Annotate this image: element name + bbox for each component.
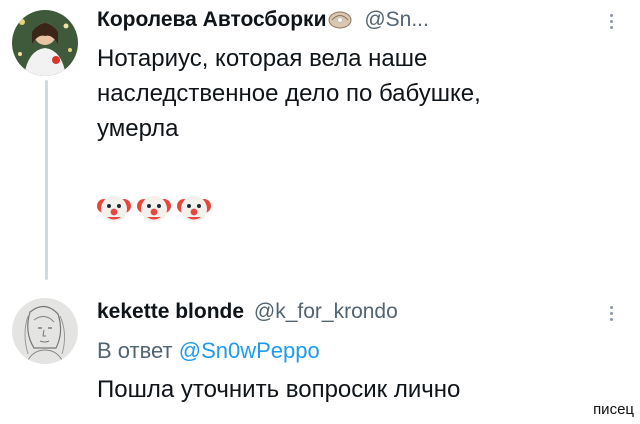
reply-mention-link[interactable]: @Sn0wPeppo — [179, 338, 320, 363]
reply-context: В ответ @Sn0wPeppo — [97, 338, 320, 364]
avatar-koroleva[interactable] — [12, 10, 78, 76]
clown-face-icon — [97, 196, 131, 222]
tweet2-header: kekette blonde @k_for_krondo — [97, 300, 398, 324]
clown-emoji-row — [96, 190, 212, 226]
tweet2-text: Пошла уточнить вопросик лично — [97, 372, 460, 407]
tweet1-text: Нотариус, которая вела наше наследственн… — [97, 41, 481, 146]
more-options-icon[interactable] — [610, 14, 614, 29]
user-handle[interactable]: @k_for_krondo — [254, 300, 398, 323]
clown-face-icon — [137, 196, 171, 222]
user-handle[interactable]: @Sn... — [364, 8, 429, 31]
display-name[interactable]: kekette blonde — [97, 300, 244, 323]
avatar-kekette[interactable] — [12, 298, 78, 364]
display-name[interactable]: Королева Автосборки — [97, 8, 326, 31]
tweet-text-line: Пошла уточнить вопросик лично — [97, 376, 461, 403]
reply-prefix: В ответ — [97, 338, 173, 363]
oyster-emoji-icon — [328, 11, 352, 29]
tweet-text-line: умерла — [97, 115, 179, 142]
more-options-icon[interactable] — [610, 306, 614, 321]
clown-face-icon — [177, 196, 211, 222]
tweet-text-line: наследственное дело по бабушке, — [97, 80, 481, 107]
tweet-text-line: Нотариус, которая вела наше — [97, 45, 428, 72]
thread-connector-line — [45, 80, 48, 280]
tweet1-header: Королева Автосборки @Sn... — [97, 8, 429, 32]
watermark: писец — [593, 401, 634, 418]
